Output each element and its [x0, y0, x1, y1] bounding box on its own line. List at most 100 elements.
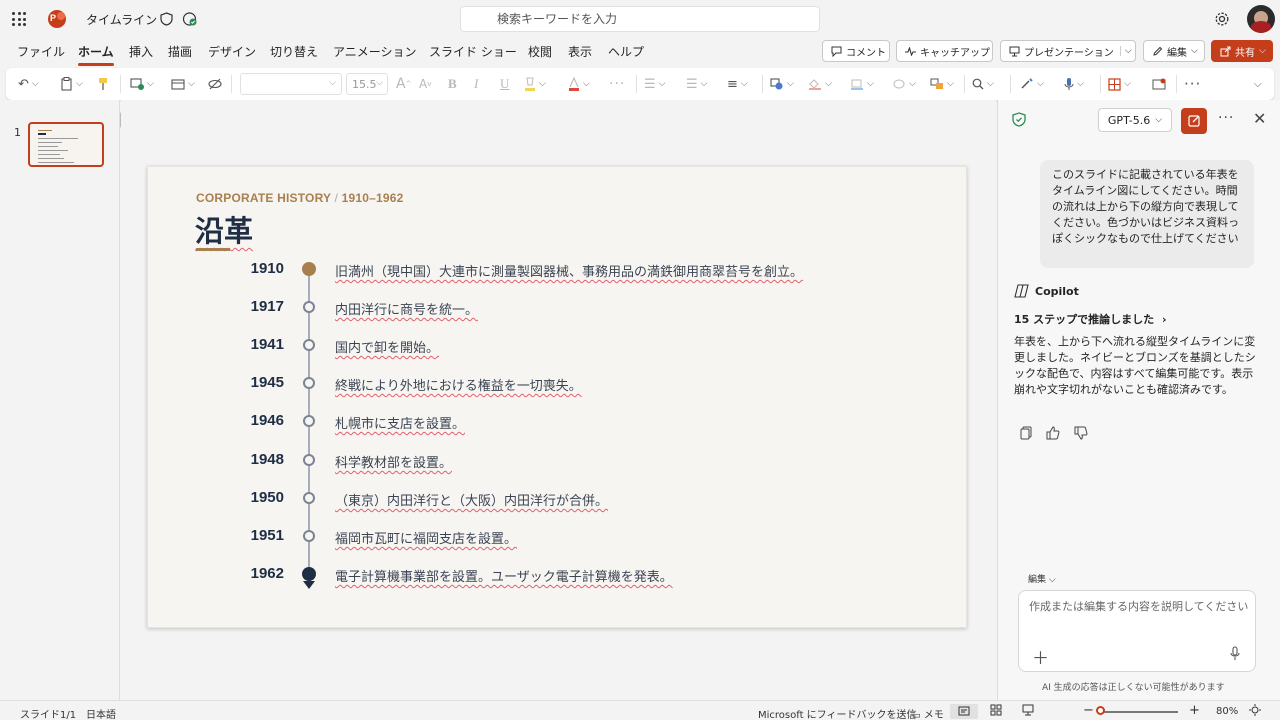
more-font-options-icon[interactable]: ···	[609, 76, 625, 92]
thumbnail-number: 1	[14, 126, 21, 139]
timeline-row[interactable]: 1951 福岡市瓦町に福岡支店を設置。	[148, 527, 968, 547]
increase-font-icon[interactable]: A ^	[396, 76, 411, 92]
tab-animations[interactable]: アニメーション	[333, 43, 417, 60]
timeline-row[interactable]: 1941 国内で卸を開始。	[148, 336, 968, 356]
thumbs-down-icon[interactable]	[1074, 426, 1088, 440]
zoom-in-icon[interactable]: +	[1189, 703, 1200, 718]
fit-to-window-icon[interactable]	[1249, 704, 1261, 719]
timeline-row[interactable]: 1962 電子計算機事業部を設置。ユーザック電子計算機を発表。	[148, 565, 968, 585]
catchup-button[interactable]: キャッチアップ	[896, 40, 993, 62]
format-painter-icon[interactable]	[98, 76, 108, 92]
tab-review[interactable]: 校閲	[528, 43, 552, 60]
font-size-value: 15.5	[352, 78, 377, 91]
font-color-icon[interactable]: ⌵	[568, 76, 590, 92]
edit-mode-button[interactable]: 編集 ⌵	[1143, 40, 1205, 62]
share-button[interactable]: 共有 ⌵	[1211, 40, 1273, 62]
tab-home[interactable]: ホーム	[78, 43, 114, 66]
timeline-row[interactable]: 1945 終戦により外地における権益を一切喪失。	[148, 374, 968, 394]
italic-icon[interactable]: I	[474, 76, 478, 92]
thumbs-up-icon[interactable]	[1046, 426, 1060, 440]
sensitivity-shield-icon[interactable]	[160, 12, 173, 26]
document-title[interactable]: タイムライン	[86, 11, 157, 28]
new-slide-icon[interactable]: ⌵	[130, 76, 154, 92]
arrange-icon[interactable]: ⌵	[930, 76, 954, 92]
search-input[interactable]	[461, 7, 819, 31]
tab-insert[interactable]: 挿入	[129, 43, 153, 60]
hide-slide-icon[interactable]	[208, 76, 222, 92]
tab-file[interactable]: ファイル	[17, 43, 65, 60]
numbering-icon[interactable]: ☰ ⌵	[686, 76, 707, 92]
present-live-icon[interactable]	[1152, 76, 1166, 92]
language[interactable]: 日本語	[86, 706, 116, 720]
app-launcher-icon[interactable]	[12, 12, 26, 26]
align-icon[interactable]: ≡ ⌵	[727, 76, 748, 92]
prompt-input[interactable]	[1029, 599, 1249, 639]
comment-button[interactable]: コメント	[822, 40, 890, 62]
slide-sorter-icon[interactable]	[990, 704, 1002, 719]
mode-dropdown[interactable]: 編集 ⌵	[1028, 572, 1056, 585]
slide-title[interactable]: 沿革	[195, 208, 253, 250]
shape-effects-icon[interactable]: ⌵	[892, 76, 916, 92]
ribbon-toolbar: ↶ ⌵ ⌵ ⌵ ⌵ ⌵ 15.5 ⌵ A ^ Av B I U ⌵ ⌵ ··· ☰ ⌵ …	[6, 68, 1274, 100]
bullets-icon[interactable]: ☰ ⌵	[644, 76, 665, 92]
tab-design[interactable]: デザイン	[208, 43, 256, 60]
slideshow-view-icon[interactable]	[1022, 704, 1034, 719]
normal-view-button[interactable]	[950, 704, 978, 719]
zoom-slider[interactable]	[1098, 711, 1178, 713]
add-attachment-icon[interactable]: ＋	[1032, 644, 1049, 669]
settings-gear-icon[interactable]	[1214, 11, 1230, 27]
tab-help[interactable]: ヘルプ	[608, 43, 644, 60]
timeline-year: 1950	[250, 489, 284, 506]
more-options-icon[interactable]: ···	[1184, 75, 1201, 93]
search-box[interactable]	[460, 6, 820, 32]
slide-thumbnail[interactable]	[28, 122, 104, 167]
ribbon-expand-chevron-icon[interactable]: ⌵	[1254, 76, 1262, 92]
addins-icon[interactable]: ⌵	[1108, 76, 1131, 92]
model-picker-button[interactable]: GPT-5.6 ⌵	[1098, 108, 1172, 132]
shapes-icon[interactable]: ⌵	[770, 76, 794, 92]
decrease-font-icon[interactable]: Av	[419, 76, 431, 92]
zoom-slider-thumb[interactable]	[1096, 706, 1105, 715]
tab-transitions[interactable]: 切り替え	[270, 43, 318, 60]
timeline-row[interactable]: 1948 科学教材部を設置。	[148, 451, 968, 471]
zoom-out-icon[interactable]: −	[1083, 703, 1094, 718]
ai-disclaimer: AI 生成の応答は正しくない可能性があります	[1042, 683, 1225, 693]
tab-draw[interactable]: 描画	[168, 43, 192, 60]
shape-fill-icon[interactable]: ⌵	[808, 76, 832, 92]
copilot-more-icon[interactable]: ···	[1218, 110, 1234, 126]
saved-to-cloud-icon[interactable]	[182, 12, 197, 26]
reasoning-steps-toggle[interactable]: 15 ステップで推論しました ›	[1014, 311, 1167, 327]
microphone-icon[interactable]	[1229, 646, 1241, 662]
layout-icon[interactable]: ⌵	[171, 76, 195, 92]
paste-icon[interactable]: ⌵	[60, 76, 83, 92]
timeline-row[interactable]: 1950 （東京）内田洋行と（大阪）内田洋行が合併。	[148, 489, 968, 509]
timeline-row[interactable]: 1917 内田洋行に商号を統一。	[148, 298, 968, 318]
zoom-level[interactable]: 80%	[1216, 706, 1238, 717]
find-icon[interactable]: ⌵	[972, 76, 994, 92]
undo-icon[interactable]: ↶ ⌵	[18, 76, 39, 92]
timeline-row[interactable]: 1946 札幌市に支店を設置。	[148, 412, 968, 432]
enterprise-protection-shield-icon[interactable]	[1012, 112, 1026, 127]
underline-icon[interactable]: U	[500, 76, 509, 92]
present-button[interactable]: プレゼンテーション ⌵	[1000, 40, 1136, 62]
present-chevron-icon[interactable]: ⌵	[1119, 46, 1132, 56]
mode-chevron-icon: ⌵	[1048, 575, 1056, 585]
tab-slideshow[interactable]: スライド ショー	[429, 43, 517, 60]
user-avatar[interactable]	[1247, 5, 1275, 33]
copy-icon[interactable]	[1020, 426, 1032, 440]
feedback-link[interactable]: Microsoft にフィードバックを送信	[758, 706, 917, 720]
notes-button[interactable]: ▭ メモ	[912, 706, 944, 720]
slide[interactable]: CORPORATE HISTORY / 1910–1962 沿革 1910 旧満…	[147, 166, 967, 628]
font-size-select[interactable]: 15.5 ⌵	[346, 73, 388, 95]
dictate-icon[interactable]: ⌵	[1064, 76, 1084, 92]
font-family-select[interactable]: ⌵	[240, 73, 342, 95]
highlight-icon[interactable]: ⌵	[524, 76, 546, 92]
bold-icon[interactable]: B	[448, 76, 457, 92]
close-icon[interactable]: ✕	[1253, 109, 1266, 128]
timeline-row[interactable]: 1910 旧満州（現中国）大連市に測量製図器械、事務用品の満鉄御用商翠苔号を創立…	[148, 260, 968, 280]
tab-view[interactable]: 表示	[568, 43, 592, 60]
timeline-event: 内田洋行に商号を統一。	[335, 303, 479, 318]
new-chat-button[interactable]	[1181, 108, 1207, 134]
designer-icon[interactable]: ⌵	[1020, 76, 1044, 92]
shape-outline-icon[interactable]: ⌵	[850, 76, 874, 92]
